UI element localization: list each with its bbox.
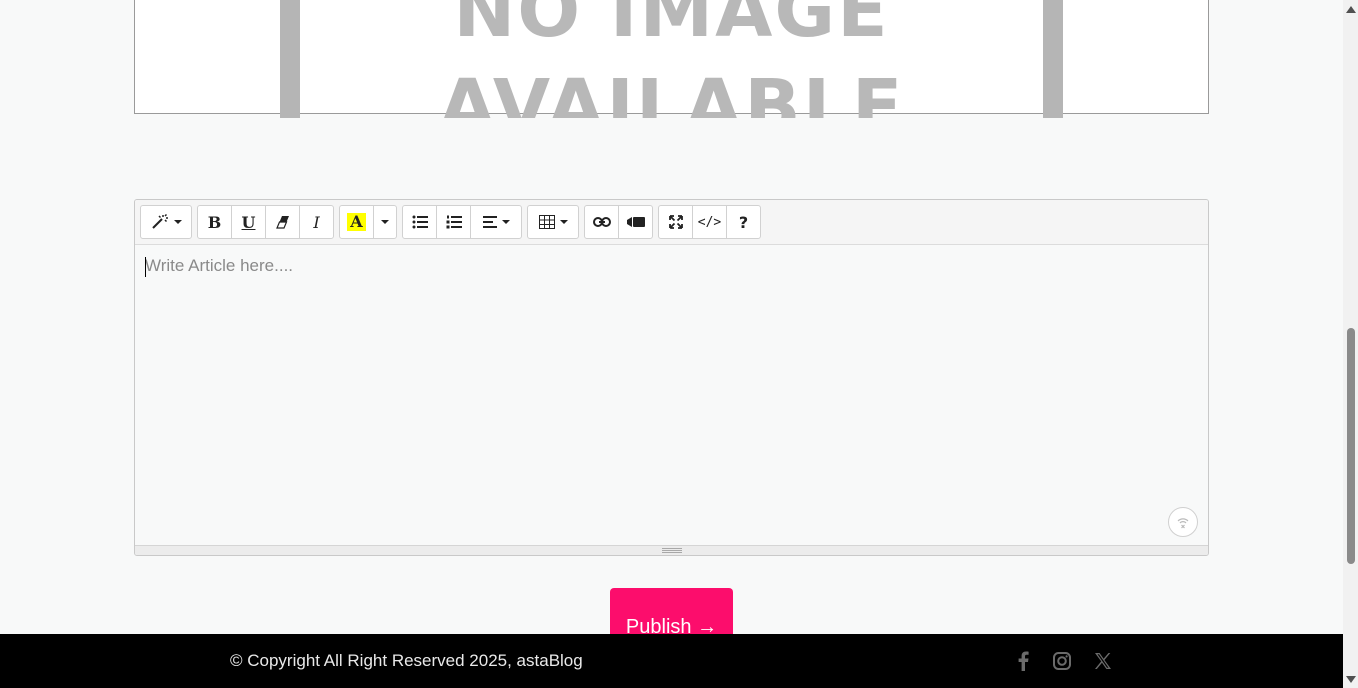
editor-placeholder: Write Article here.... (145, 256, 294, 275)
highlight-icon: A (347, 213, 366, 231)
bold-icon: B (207, 212, 222, 232)
editor-content-area[interactable]: Write Article here.... (135, 245, 1208, 545)
video-icon (626, 217, 645, 227)
paragraph-group (402, 205, 522, 239)
facebook-link[interactable] (1011, 649, 1035, 673)
link-button[interactable] (584, 205, 619, 239)
color-dropdown-button[interactable] (373, 205, 397, 239)
article-editor: B U I A </> ? Write Article here.... (134, 199, 1209, 556)
underline-icon: U (241, 212, 256, 232)
grammar-wifi-icon (1177, 518, 1189, 529)
chevron-down-icon (501, 220, 510, 224)
x-twitter-icon (1095, 653, 1111, 669)
ordered-list-icon (446, 215, 462, 229)
highlight-color-button[interactable]: A (339, 205, 374, 239)
chevron-down-icon (173, 220, 182, 224)
unordered-list-icon (412, 215, 428, 229)
align-button[interactable] (470, 205, 522, 239)
italic-button[interactable]: I (299, 205, 334, 239)
font-style-group: B U I (197, 205, 334, 239)
insert-group (584, 205, 653, 239)
video-button[interactable] (618, 205, 653, 239)
scrollbar-thumb[interactable] (1347, 328, 1355, 564)
page-scrollbar[interactable] (1343, 0, 1358, 688)
text-cursor (145, 257, 146, 277)
eraser-icon (275, 216, 289, 229)
bold-button[interactable]: B (197, 205, 232, 239)
ordered-list-button[interactable] (436, 205, 471, 239)
misc-group: </> ? (658, 205, 761, 239)
facebook-icon (1018, 651, 1029, 671)
code-view-button[interactable]: </> (692, 205, 727, 239)
question-icon: ? (738, 212, 749, 232)
chevron-down-icon (381, 220, 389, 224)
expand-icon (668, 215, 683, 229)
no-image-placeholder: NO IMAGE AVAILABLE (280, 0, 1063, 118)
bullet-list-button[interactable] (402, 205, 437, 239)
instagram-link[interactable] (1050, 649, 1074, 673)
italic-icon: I (313, 212, 320, 232)
style-button[interactable] (140, 205, 192, 239)
magic-wand-icon (151, 214, 168, 229)
underline-button[interactable]: U (231, 205, 266, 239)
site-footer: © Copyright All Right Reserved 2025, ast… (0, 634, 1343, 688)
help-button[interactable]: ? (726, 205, 761, 239)
code-icon: </> (697, 214, 722, 230)
table-group (527, 205, 579, 239)
no-image-text: NO IMAGE (453, 0, 890, 54)
clear-format-button[interactable] (265, 205, 300, 239)
editor-resize-handle[interactable] (135, 545, 1208, 555)
link-icon (592, 217, 611, 227)
align-left-icon (482, 216, 497, 228)
editor-toolbar: B U I A </> ? (135, 200, 1208, 245)
table-button[interactable] (527, 205, 579, 239)
cover-image-preview: NO IMAGE AVAILABLE (134, 0, 1209, 118)
scroll-up-arrow-icon[interactable] (1346, 6, 1356, 13)
fullscreen-button[interactable] (658, 205, 693, 239)
copyright-text: © Copyright All Right Reserved 2025, ast… (230, 651, 583, 670)
x-twitter-link[interactable] (1091, 649, 1115, 673)
color-group: A (339, 205, 397, 239)
style-group (140, 205, 192, 239)
grammar-checker-badge[interactable] (1168, 507, 1198, 537)
scroll-down-arrow-icon[interactable] (1346, 676, 1356, 683)
available-text: AVAILABLE (438, 64, 905, 118)
instagram-icon (1053, 652, 1071, 670)
chevron-down-icon (559, 220, 568, 224)
grip-icon (661, 548, 682, 553)
table-icon (538, 215, 555, 229)
